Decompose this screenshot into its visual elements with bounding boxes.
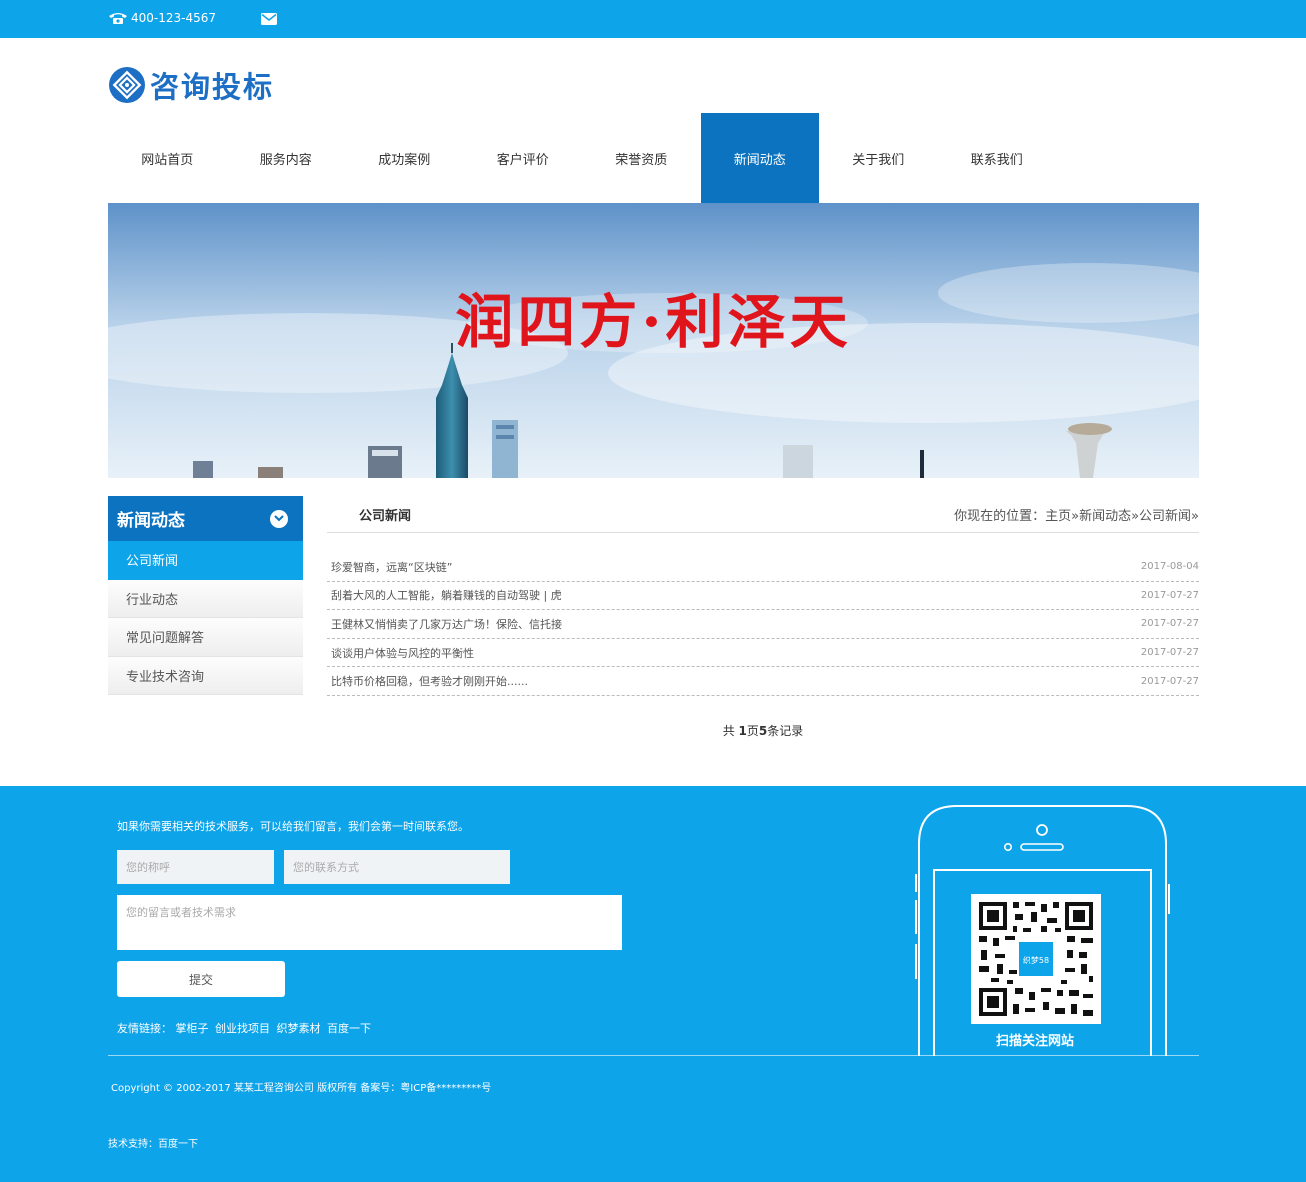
news-title[interactable]: 比特币价格回稳，但考验才刚刚开始......	[331, 673, 528, 689]
nav-item-cases[interactable]: 成功案例	[345, 113, 464, 203]
sidebar-item-label: 常见问题解答	[126, 631, 205, 647]
main-nav: 网站首页 服务内容 成功案例 客户评价 荣誉资质 新闻动态 关于我们 联系我们	[108, 113, 1056, 203]
nav-item-contact[interactable]: 联系我们	[938, 113, 1057, 203]
nav-item-services[interactable]: 服务内容	[227, 113, 346, 203]
banner-slogan: 润四方·利泽天	[455, 288, 852, 356]
nav-item-label: 荣誉资质	[615, 152, 668, 168]
news-list: 珍爱智商，远离“区块链” 2017-08-04 刮着大风的人工智能，躺着赚钱的自…	[327, 553, 1199, 696]
content-header: 公司新闻 你现在的位置：主页»新闻动态»公司新闻»	[327, 496, 1199, 533]
footer: 如果你需要相关的技术服务，可以给我们留言，我们会第一时间联系您。 提交 友情链接…	[0, 786, 1306, 1182]
top-bar: 400-123-4567	[0, 0, 1306, 38]
list-item[interactable]: 谈谈用户体验与风控的平衡性 2017-07-27	[327, 639, 1199, 668]
friend-links-label: 友情链接：	[117, 1022, 172, 1035]
list-item[interactable]: 珍爱智商，远离“区块链” 2017-08-04	[327, 553, 1199, 582]
news-date: 2017-07-27	[1140, 589, 1199, 601]
contact-field[interactable]	[284, 850, 510, 884]
name-field[interactable]	[117, 850, 274, 884]
nav-item-label: 新闻动态	[733, 152, 786, 168]
footer-intro: 如果你需要相关的技术服务，可以给我们留言，我们会第一时间联系您。	[117, 820, 469, 833]
chevron-down-icon[interactable]	[270, 509, 288, 528]
news-date: 2017-07-27	[1140, 618, 1199, 630]
sidebar-item-industry-news[interactable]: 行业动态	[108, 579, 303, 618]
sidebar: 新闻动态 公司新闻 行业动态 常见问题解答 专业技术咨询	[108, 496, 303, 695]
news-title[interactable]: 谈谈用户体验与风控的平衡性	[331, 645, 474, 661]
list-item[interactable]: 比特币价格回稳，但考验才刚刚开始...... 2017-07-27	[327, 667, 1199, 696]
telephone-icon	[109, 12, 127, 24]
friend-link[interactable]: 百度一下	[327, 1022, 371, 1035]
news-title[interactable]: 刮着大风的人工智能，躺着赚钱的自动驾驶 | 虎	[331, 587, 562, 603]
friend-link[interactable]: 织梦素材	[277, 1022, 321, 1035]
main-content: 公司新闻 你现在的位置：主页»新闻动态»公司新闻» 珍爱智商，远离“区块链” 2…	[327, 496, 1199, 696]
friend-link[interactable]: 创业找项目	[215, 1022, 270, 1035]
nav-item-about[interactable]: 关于我们	[819, 113, 938, 203]
copyright-text: Copyright © 2002-2017 某某工程咨询公司 版权所有 备案号：…	[111, 1083, 492, 1094]
sidebar-item-tech-consulting[interactable]: 专业技术咨询	[108, 656, 303, 695]
nav-item-honors[interactable]: 荣誉资质	[582, 113, 701, 203]
nav-item-label: 客户评价	[496, 152, 549, 168]
logo-text: 咨询投标	[150, 70, 275, 104]
news-date: 2017-07-27	[1140, 647, 1199, 659]
pager-pages-unit: 页	[746, 724, 759, 738]
message-field[interactable]	[117, 895, 622, 950]
news-title[interactable]: 珍爱智商，远离“区块链”	[331, 559, 452, 575]
envelope-icon[interactable]	[261, 13, 277, 25]
sidebar-item-label: 专业技术咨询	[126, 669, 205, 685]
sidebar-item-company-news[interactable]: 公司新闻	[108, 541, 303, 580]
friend-links: 友情链接： 掌柜子 创业找项目 织梦素材 百度一下	[117, 1020, 374, 1036]
list-item[interactable]: 刮着大风的人工智能，躺着赚钱的自动驾驶 | 虎 2017-07-27	[327, 582, 1199, 611]
phone-number: 400-123-4567	[131, 11, 217, 25]
nav-item-home[interactable]: 网站首页	[108, 113, 227, 203]
tech-support-label: 技术支持：	[108, 1139, 158, 1150]
submit-button[interactable]: 提交	[117, 961, 285, 997]
list-item[interactable]: 王健林又悄悄卖了几家万达广场！保险、信托接 2017-07-27	[327, 610, 1199, 639]
nav-item-reviews[interactable]: 客户评价	[464, 113, 583, 203]
sidebar-item-label: 行业动态	[126, 592, 179, 608]
section-title: 公司新闻	[359, 508, 412, 524]
news-date: 2017-08-04	[1140, 561, 1199, 573]
sidebar-header[interactable]: 新闻动态	[108, 496, 303, 541]
sidebar-item-faq[interactable]: 常见问题解答	[108, 618, 303, 657]
pager-prefix: 共	[722, 724, 739, 738]
pagination-summary: 共 1页5条记录	[327, 722, 1199, 739]
sidebar-title: 新闻动态	[117, 511, 185, 531]
site-logo[interactable]: 咨询投标	[108, 64, 274, 106]
tech-support: 技术支持：百度一下	[108, 1135, 198, 1150]
pager-records: 5	[758, 724, 768, 738]
tech-support-link[interactable]: 百度一下	[158, 1139, 198, 1150]
friend-link[interactable]: 掌柜子	[176, 1022, 209, 1035]
sidebar-item-label: 公司新闻	[126, 554, 179, 570]
phone-contact: 400-123-4567	[108, 11, 216, 25]
nav-item-label: 关于我们	[852, 152, 905, 168]
nav-item-label: 服务内容	[259, 152, 312, 168]
qr-code: 织梦58	[971, 894, 1101, 1024]
news-title[interactable]: 王健林又悄悄卖了几家万达广场！保险、信托接	[331, 616, 562, 632]
breadcrumb[interactable]: 你现在的位置：主页»新闻动态»公司新闻»	[954, 505, 1199, 524]
logo-emblem-icon	[109, 67, 145, 103]
news-date: 2017-07-27	[1140, 675, 1199, 687]
qr-center-text: 织梦58	[1023, 955, 1049, 965]
nav-item-label: 网站首页	[141, 152, 194, 168]
nav-item-label: 成功案例	[378, 152, 431, 168]
nav-item-label: 联系我们	[970, 152, 1023, 168]
hero-banner: 润四方·利泽天	[108, 203, 1199, 478]
pager-records-unit: 条记录	[767, 724, 804, 738]
pager-pages: 1	[738, 724, 747, 738]
qr-caption: 扫描关注网站	[995, 1034, 1074, 1049]
nav-item-news[interactable]: 新闻动态	[700, 113, 819, 203]
